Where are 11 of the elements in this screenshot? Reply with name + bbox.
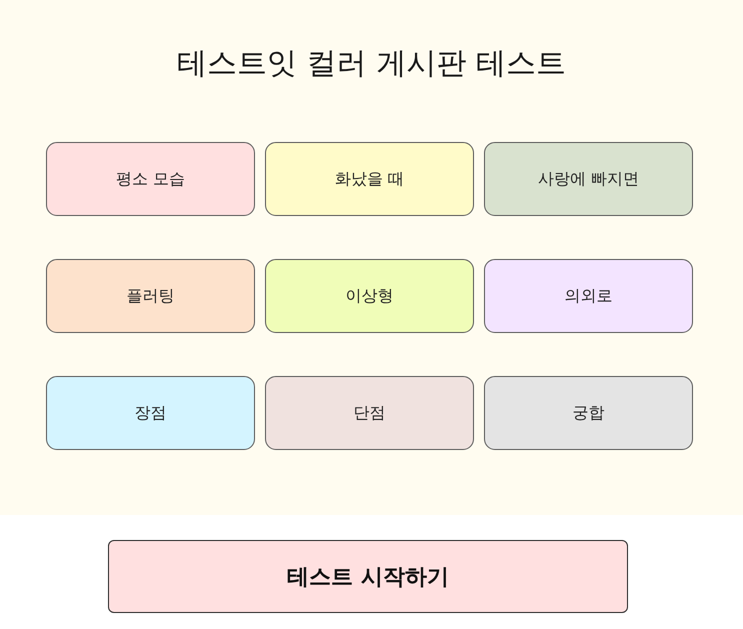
category-button[interactable]: 플러팅 — [46, 259, 255, 333]
category-button[interactable]: 사랑에 빠지면 — [484, 142, 693, 216]
category-button[interactable]: 평소 모습 — [46, 142, 255, 216]
start-test-button[interactable]: 테스트 시작하기 — [108, 540, 628, 613]
page-title: 테스트잇 컬러 게시판 테스트 — [176, 45, 567, 83]
category-button[interactable]: 궁합 — [484, 376, 693, 450]
category-button[interactable]: 화났을 때 — [265, 142, 474, 216]
category-button[interactable]: 의외로 — [484, 259, 693, 333]
category-button[interactable]: 단점 — [265, 376, 474, 450]
category-button[interactable]: 이상형 — [265, 259, 474, 333]
category-button[interactable]: 장점 — [46, 376, 255, 450]
